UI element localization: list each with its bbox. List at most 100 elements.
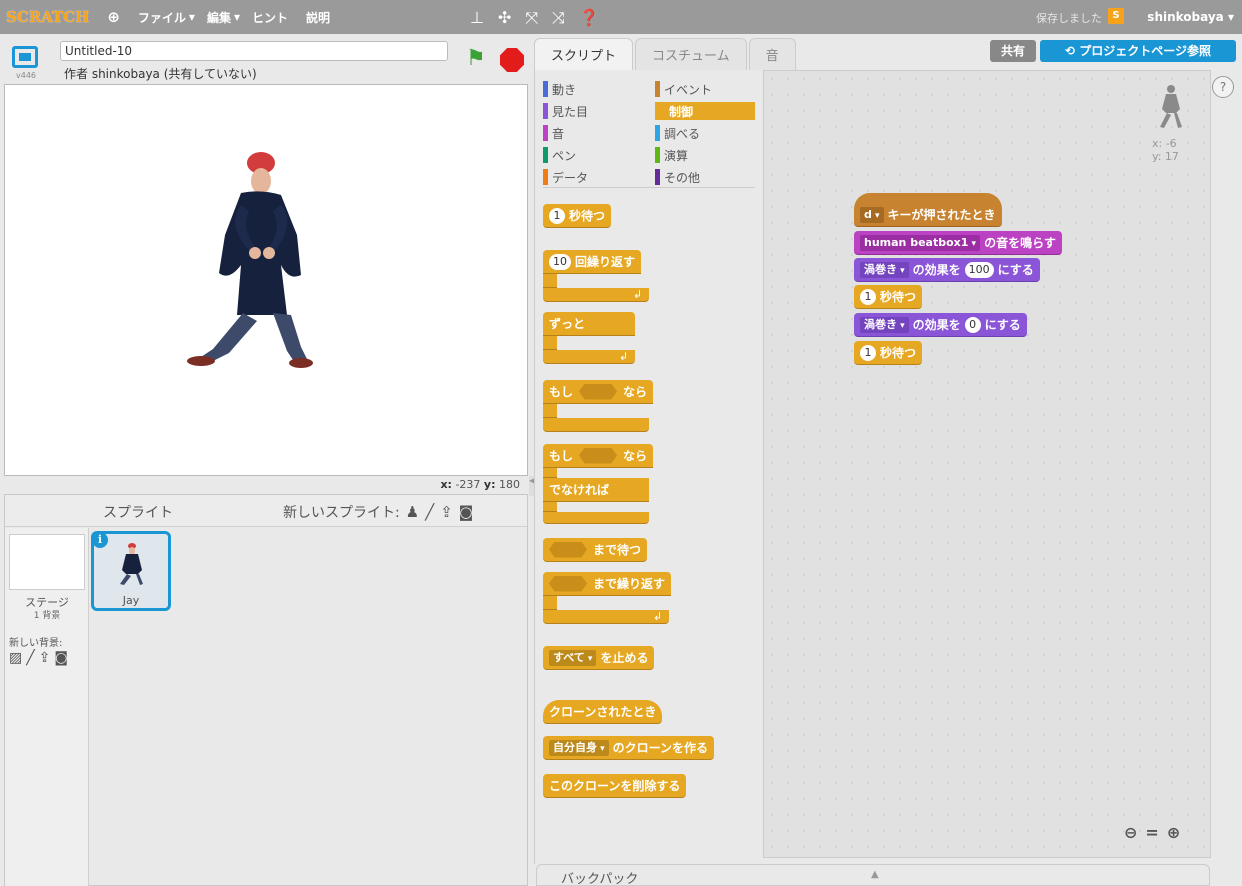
condition-slot[interactable] <box>549 575 587 592</box>
stage-selector[interactable]: ステージ 1 背景 新しい背景: ▨ ╱ ⇪ ◙ <box>5 528 89 886</box>
block-set-effect[interactable]: 渦巻きの効果を0にする <box>854 313 1027 337</box>
block-wait[interactable]: 1 秒待つ <box>854 341 923 365</box>
scratch-logo[interactable]: SCRATCH <box>6 8 89 26</box>
block-repeat[interactable]: 10 回繰り返す <box>543 250 642 274</box>
block-label: もし <box>549 449 574 463</box>
block-label: ずっと <box>549 317 586 331</box>
block-when-key-pressed[interactable]: dキーが押されたとき <box>854 193 1002 227</box>
backdrop-library-icon[interactable]: ▨ <box>9 650 22 666</box>
category-motion[interactable]: 動き <box>543 80 643 98</box>
tab-costumes[interactable]: コスチューム <box>635 38 747 70</box>
effect-value[interactable]: 100 <box>964 261 994 278</box>
effect-dropdown[interactable]: 渦巻き <box>860 261 909 278</box>
block-label: キーが押されたとき <box>887 208 996 222</box>
menu-tips[interactable]: ヒント <box>252 9 288 26</box>
wait-seconds[interactable]: 1 <box>860 344 876 361</box>
stage-canvas[interactable] <box>4 84 528 476</box>
block-set-effect[interactable]: 渦巻きの効果を100にする <box>854 258 1040 282</box>
stage-thumbnail[interactable] <box>9 534 85 590</box>
sound-dropdown[interactable]: human beatbox1 <box>860 234 981 251</box>
category-pen[interactable]: ペン <box>543 146 643 164</box>
upload-icon[interactable]: ⇪ <box>440 503 453 521</box>
scripts-area[interactable]: x: -6 y: 17 dキーが押されたとき human beatbox1の音を… <box>763 70 1211 858</box>
condition-slot[interactable] <box>579 383 618 400</box>
block-label: にする <box>997 263 1034 277</box>
block-forever[interactable]: ずっと <box>543 312 635 336</box>
chevron-up-icon[interactable]: ▲ <box>871 869 879 880</box>
category-operators[interactable]: 演算 <box>655 146 755 164</box>
zoom-in-icon[interactable]: ⊕ <box>1167 823 1180 842</box>
grow-tool-icon[interactable]: ⤧ <box>525 8 538 28</box>
category-control[interactable]: 制御 <box>655 102 755 120</box>
block-if-else[interactable]: もし なら <box>543 444 654 468</box>
user-menu[interactable]: shinkobaya ▾ <box>1147 10 1234 24</box>
wait-seconds[interactable]: 1 <box>860 288 876 305</box>
effect-dropdown[interactable]: 渦巻き <box>860 316 909 333</box>
camera-icon[interactable]: ◙ <box>459 503 474 521</box>
category-events[interactable]: イベント <box>655 80 755 98</box>
shrink-tool-icon[interactable]: ⤨ <box>552 8 565 28</box>
menu-about[interactable]: 説明 <box>306 9 330 26</box>
share-button[interactable]: 共有 <box>990 40 1036 62</box>
sprite-panel-title: スプライト <box>103 505 173 521</box>
menu-file[interactable]: ファイル ▾ <box>138 9 195 26</box>
effect-value[interactable]: 0 <box>964 316 981 333</box>
block-when-clone-start[interactable]: クローンされたとき <box>543 700 663 724</box>
backpack-bar[interactable]: バックパック ▲ <box>536 864 1210 886</box>
block-if-then[interactable]: もし なら <box>543 380 654 404</box>
copy-tool-icon[interactable]: ⊥ <box>470 8 484 28</box>
sprite-library-icon[interactable]: ♟ <box>406 503 419 521</box>
zoom-reset-icon[interactable]: = <box>1145 823 1158 842</box>
block-repeat-until[interactable]: まで繰り返す <box>543 572 672 596</box>
help-icon[interactable]: ? <box>1212 76 1234 98</box>
new-backdrop-label: 新しい背景: <box>9 638 63 649</box>
clone-target-dropdown[interactable]: 自分自身 <box>549 739 609 756</box>
stop-option-dropdown[interactable]: すべて <box>549 649 597 666</box>
paint-brush-icon[interactable]: ╱ <box>425 503 434 521</box>
block-wait[interactable]: 1 秒待つ <box>543 204 612 228</box>
category-more[interactable]: その他 <box>655 168 755 186</box>
zoom-out-icon[interactable]: ⊖ <box>1124 823 1137 842</box>
tab-sounds[interactable]: 音 <box>748 38 796 70</box>
user-avatar-icon[interactable]: S <box>1108 8 1124 24</box>
tab-scripts[interactable]: スクリプト <box>534 38 634 70</box>
repeat-count[interactable]: 10 <box>549 253 571 270</box>
jay-sprite[interactable] <box>5 85 528 476</box>
category-sound[interactable]: 音 <box>543 124 643 142</box>
condition-slot[interactable] <box>549 541 587 558</box>
project-title-input[interactable] <box>60 41 448 61</box>
sprite-y: y: 17 <box>1152 150 1179 163</box>
block-wait-until[interactable]: まで待つ <box>543 538 648 562</box>
menu-edit[interactable]: 編集 ▾ <box>207 9 240 26</box>
stop-icon[interactable] <box>500 48 524 72</box>
chevron-down-icon: ▾ <box>233 10 240 24</box>
c-block-foot <box>543 610 669 624</box>
stage-coordinates: x: -237 y: 180 <box>380 478 520 491</box>
help-tool-icon[interactable]: ❓ <box>579 8 599 28</box>
new-sprite-toolbar: 新しいスプライト: ♟ ╱ ⇪ ◙ <box>283 502 473 522</box>
green-flag-icon[interactable]: ⚑ <box>466 48 486 70</box>
key-dropdown[interactable]: d <box>860 206 884 223</box>
block-label: クローンされたとき <box>549 705 657 719</box>
category-data[interactable]: データ <box>543 168 643 186</box>
block-wait[interactable]: 1 秒待つ <box>854 285 923 309</box>
fullscreen-button[interactable] <box>12 46 38 68</box>
block-play-sound[interactable]: human beatbox1の音を鳴らす <box>854 231 1062 255</box>
language-globe-icon[interactable]: ⊕ <box>107 8 120 26</box>
block-stop[interactable]: すべてを止める <box>543 646 655 670</box>
category-looks[interactable]: 見た目 <box>543 102 643 120</box>
paint-brush-icon[interactable]: ╱ <box>26 650 34 666</box>
cut-tool-icon[interactable]: ✣ <box>498 8 511 28</box>
category-label: 動き <box>552 82 577 97</box>
sprite-thumbnail-jay[interactable]: i Jay <box>91 531 171 611</box>
camera-icon[interactable]: ◙ <box>54 650 68 666</box>
upload-icon[interactable]: ⇪ <box>39 650 51 666</box>
condition-slot[interactable] <box>579 447 618 464</box>
category-swatch <box>655 169 660 185</box>
block-create-clone[interactable]: 自分自身のクローンを作る <box>543 736 715 760</box>
block-delete-clone[interactable]: このクローンを削除する <box>543 774 687 798</box>
see-project-page-button[interactable]: ⟲ プロジェクトページ参照 <box>1040 40 1236 62</box>
category-sensing[interactable]: 調べる <box>655 124 755 142</box>
block-label: を止める <box>600 651 649 665</box>
wait-seconds[interactable]: 1 <box>549 207 565 224</box>
